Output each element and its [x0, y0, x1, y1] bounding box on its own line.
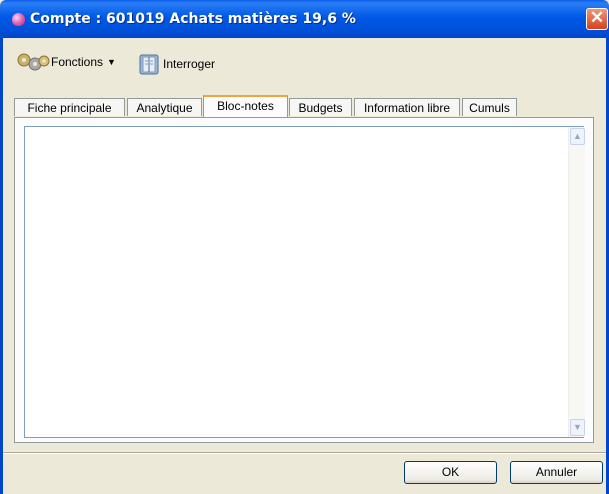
book-icon: [139, 54, 159, 75]
tab-budgets[interactable]: Budgets: [289, 98, 352, 116]
tab-label: Analytique: [136, 101, 193, 115]
title-bar[interactable]: Compte : 601019 Achats matières 19,6 % ✕: [0, 0, 609, 38]
tab-analytique[interactable]: Analytique: [127, 98, 202, 116]
close-button[interactable]: ✕: [586, 8, 608, 30]
vertical-scrollbar[interactable]: ▲ ▼: [568, 127, 585, 437]
tab-cumuls[interactable]: Cumuls: [462, 98, 517, 116]
chevron-down-icon: ▼: [107, 57, 116, 67]
scroll-up-icon[interactable]: ▲: [570, 128, 585, 145]
gear-icon: [17, 53, 50, 71]
close-icon: ✕: [589, 8, 605, 27]
tab-bloc-notes[interactable]: Bloc-notes: [203, 95, 288, 117]
app-icon: [12, 13, 25, 26]
notes-textarea[interactable]: [24, 126, 584, 438]
tab-label: Fiche principale: [27, 101, 112, 115]
tab-panel: ▲ ▼: [14, 117, 594, 443]
scroll-down-icon[interactable]: ▼: [570, 419, 585, 436]
tab-information-libre[interactable]: Information libre: [354, 98, 460, 116]
tab-label: Bloc-notes: [217, 99, 274, 113]
cancel-button[interactable]: Annuler: [510, 461, 603, 484]
query-button[interactable]: Interroger: [137, 52, 215, 76]
tab-fiche-principale[interactable]: Fiche principale: [14, 98, 125, 116]
footer-separator: [0, 452, 609, 454]
window-border-left: [0, 38, 3, 494]
ok-button[interactable]: OK: [404, 461, 497, 484]
toolbar: Fonctions ▼ Interroger: [0, 38, 609, 86]
query-label: Interroger: [163, 57, 216, 71]
functions-label: Fonctions: [51, 55, 104, 69]
tab-label: Cumuls: [469, 101, 510, 115]
tab-label: Information libre: [363, 101, 451, 115]
window-title: Compte : 601019 Achats matières 19,6 %: [30, 11, 356, 27]
scrollbar-track[interactable]: ▲ ▼: [568, 127, 585, 437]
tab-label: Budgets: [298, 101, 343, 115]
functions-menu-button[interactable]: Fonctions ▼: [15, 52, 116, 72]
